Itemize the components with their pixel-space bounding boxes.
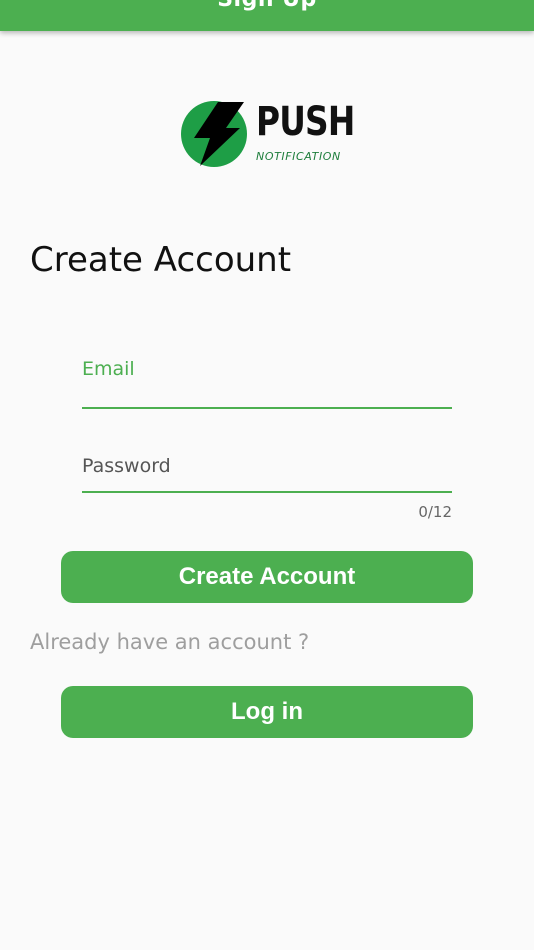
app-bar: Sign Up <box>0 0 534 31</box>
lightning-bolt-icon <box>181 101 247 167</box>
email-underline <box>82 407 452 409</box>
app-bar-title: Sign Up <box>0 0 534 12</box>
create-account-button[interactable]: Create Account <box>61 551 473 603</box>
password-label: Password <box>82 455 171 477</box>
password-char-counter: 0/12 <box>418 503 452 521</box>
email-field[interactable]: Email <box>82 350 452 410</box>
page-title: Create Account <box>30 240 292 280</box>
already-have-account-text: Already have an account ? <box>30 630 310 654</box>
password-underline <box>82 491 452 493</box>
password-field[interactable]: Password <box>82 445 452 495</box>
push-notification-logo: PUSH NOTIFICATION <box>180 98 355 170</box>
logo-wordmark: PUSH <box>256 99 355 145</box>
log-in-button[interactable]: Log in <box>61 686 473 738</box>
logo-subtitle: NOTIFICATION <box>256 150 341 163</box>
email-label: Email <box>82 358 135 380</box>
